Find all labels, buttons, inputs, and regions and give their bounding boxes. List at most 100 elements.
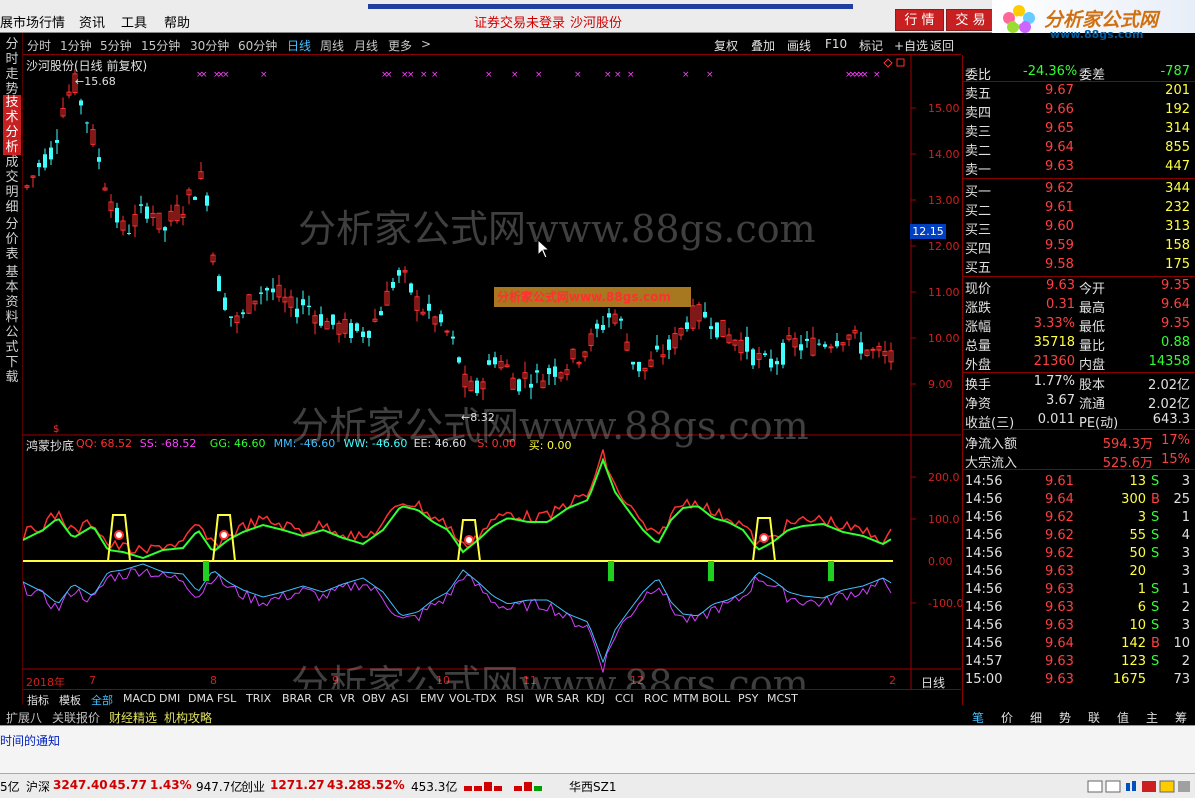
indicator-tab[interactable]: SAR	[557, 692, 579, 705]
period-30min[interactable]: 30分钟	[190, 37, 229, 54]
candle-body	[835, 340, 839, 347]
period-5min[interactable]: 5分钟	[100, 37, 132, 54]
tab-formula-download[interactable]: 公式下载	[3, 325, 21, 385]
indicator-tab[interactable]: ROC	[644, 692, 668, 705]
stat-row: 外盘 21360 内盘 14358	[965, 354, 1190, 373]
indicator-name[interactable]: 鸿蒙抄底	[26, 437, 74, 454]
f10-button[interactable]: F10	[825, 37, 847, 51]
tab-trades[interactable]: 成交明细	[3, 155, 21, 215]
quote-button[interactable]: 行 情	[895, 9, 944, 31]
period-daily[interactable]: 日线	[287, 37, 311, 54]
indicator-tab[interactable]: 模板	[59, 692, 81, 708]
quote-tab[interactable]: 联	[1088, 709, 1100, 726]
notice-text[interactable]: 时间的通知	[0, 732, 60, 749]
kline-chart-svg[interactable]: ×× ××× × ×× ×× × × × × × × × × × × × ××××× ×$	[23, 55, 961, 689]
menu-tools[interactable]: 工具	[121, 12, 147, 31]
quote-tab[interactable]: 笔	[972, 709, 984, 726]
indicator-tab[interactable]: 指标	[27, 692, 49, 708]
notice-area: 时间的通知	[0, 725, 1195, 773]
candle-body	[301, 299, 305, 306]
tick-row: 14:56 9.63 20 3	[965, 564, 1190, 579]
tab-price-table[interactable]: 分价表	[3, 217, 21, 262]
indicator-tab[interactable]: CR	[318, 692, 333, 705]
indicator-tab[interactable]: BOLL	[702, 692, 730, 705]
overlay-button[interactable]: 叠加	[751, 37, 775, 54]
signal-mark: ×	[574, 70, 582, 80]
tab-related-quotes[interactable]: 关联报价	[52, 709, 100, 726]
title-strip	[368, 4, 853, 9]
tab-institution[interactable]: 机构攻略	[164, 709, 212, 726]
indicator-tab[interactable]: CCI	[615, 692, 634, 705]
indicator-tab[interactable]: DMA	[188, 692, 214, 705]
quote-tab[interactable]: 主	[1146, 709, 1158, 726]
indicator-tab[interactable]: ASI	[391, 692, 409, 705]
chevron-right-icon[interactable]: >	[421, 37, 431, 51]
period-monthly[interactable]: 月线	[354, 37, 378, 54]
tick-row: 14:56 9.62 3 S 1	[965, 510, 1190, 525]
quote-tab[interactable]: 价	[1001, 709, 1013, 726]
indicator-tab[interactable]: RSI	[506, 692, 524, 705]
tray-icons[interactable]	[1086, 779, 1192, 794]
indicator-tab[interactable]: MCST	[767, 692, 798, 705]
quote-tab[interactable]: 细	[1030, 709, 1042, 726]
indicator-tabs: 指标 模板 全部 MACD DMI DMA FSL TRIX BRAR CR VR OBV ASI EMV…	[23, 689, 961, 707]
candle-body	[685, 322, 689, 330]
candle-body	[97, 157, 101, 162]
indicator-tab[interactable]: VR	[340, 692, 355, 705]
period-more[interactable]: 更多	[388, 37, 412, 54]
menu-market[interactable]: 展市场行情	[0, 12, 65, 31]
indicator-tab[interactable]: EMV	[420, 692, 444, 705]
tab-technical[interactable]: 技术分析	[3, 95, 21, 155]
candle-body	[487, 360, 491, 365]
indicator-value: GG: 46.60	[209, 437, 266, 450]
period-15min[interactable]: 15分钟	[141, 37, 180, 54]
indicator-tab[interactable]: 全部	[91, 692, 113, 708]
period-intraday[interactable]: 分时	[27, 37, 51, 54]
indicator-tab[interactable]: TRIX	[246, 692, 271, 705]
stat-row: 总量 35718 量比 0.88	[965, 335, 1190, 354]
menu-help[interactable]: 帮助	[164, 12, 190, 31]
indicator-tab[interactable]: FSL	[217, 692, 236, 705]
green-signal-bar	[828, 561, 834, 581]
tick-row: 14:56 9.63 10 S 3	[965, 618, 1190, 633]
tab-ext8[interactable]: 扩展八	[6, 709, 42, 726]
candle-body	[205, 195, 209, 206]
candle-body	[451, 336, 455, 339]
draw-line-button[interactable]: 画线	[787, 37, 811, 54]
candle-body	[457, 357, 461, 363]
period-1min[interactable]: 1分钟	[60, 37, 92, 54]
indicator-tab[interactable]: BRAR	[282, 692, 312, 705]
candle-body	[379, 311, 383, 316]
indicator-tab[interactable]: WR	[535, 692, 554, 705]
menu-news[interactable]: 资讯	[79, 12, 105, 31]
trade-button[interactable]: 交 易	[946, 9, 995, 31]
indicator-tab[interactable]: PSY	[738, 692, 758, 705]
candle-body	[775, 361, 779, 365]
indicator-tab[interactable]: MTM	[673, 692, 699, 705]
mark-button[interactable]: 标记	[859, 37, 883, 54]
indicator-value: QQ: 68.52	[76, 437, 133, 450]
period-60min[interactable]: 60分钟	[238, 37, 277, 54]
tab-finance-picks[interactable]: 财经精选	[109, 709, 157, 726]
signal-mark: ×	[485, 70, 493, 80]
restore-rights-button[interactable]: 复权	[714, 37, 738, 54]
indicator-tab[interactable]: OBV	[362, 692, 385, 705]
quote-tab[interactable]: 筹	[1175, 709, 1187, 726]
indicator-tab[interactable]: VOL-TDX	[449, 692, 497, 705]
back-button[interactable]: 返回	[930, 37, 954, 54]
quote-tab[interactable]: 值	[1117, 709, 1129, 726]
indicator-tab[interactable]: MACD	[123, 692, 156, 705]
scroll-ticker[interactable]: 华西SZ1	[569, 778, 616, 795]
quote-tab[interactable]: 势	[1059, 709, 1071, 726]
tab-intraday[interactable]: 分时走势	[3, 37, 21, 97]
candle-body	[637, 361, 641, 372]
tab-basic-info[interactable]: 基本资料	[3, 265, 21, 325]
add-favorite-button[interactable]: +自选	[894, 37, 928, 54]
period-weekly[interactable]: 周线	[320, 37, 344, 54]
indicator-tab[interactable]: DMI	[159, 692, 180, 705]
candle-body	[667, 339, 671, 350]
mm-line	[23, 563, 892, 664]
sh-index-pct: 1.43%	[150, 778, 192, 792]
indicator-tab[interactable]: KDJ	[586, 692, 605, 705]
price-tick-label: 14.00	[928, 148, 960, 161]
